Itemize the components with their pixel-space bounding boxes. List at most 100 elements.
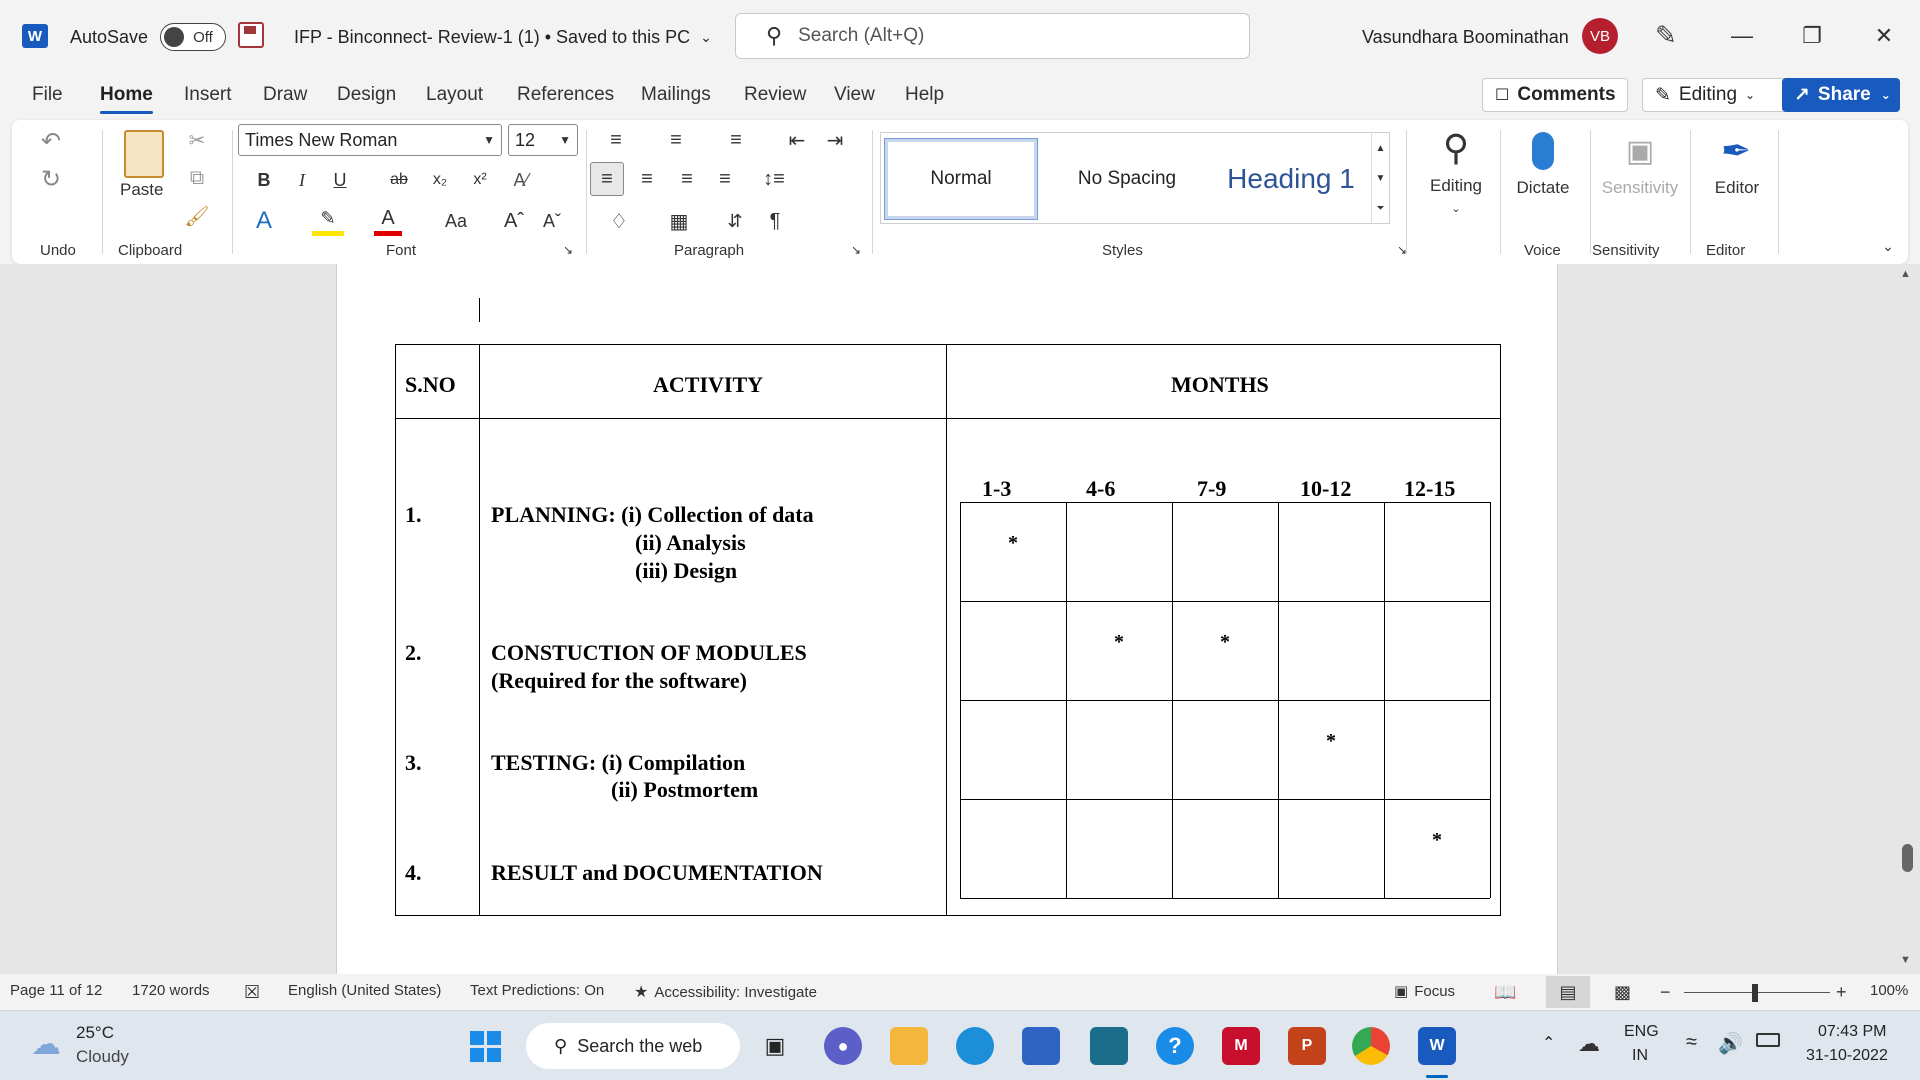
- tab-draw[interactable]: Draw: [263, 84, 307, 106]
- subscript-icon[interactable]: x₂: [426, 166, 454, 194]
- battery-icon[interactable]: [1756, 1033, 1780, 1047]
- volume-icon[interactable]: 🔊: [1718, 1031, 1743, 1056]
- microphone-icon[interactable]: [1516, 126, 1570, 176]
- document-title[interactable]: IFP - Binconnect- Review-1 (1) • Saved t…: [294, 22, 712, 52]
- wifi-icon[interactable]: ≈: [1686, 1031, 1697, 1054]
- close-button[interactable]: ✕: [1854, 14, 1914, 58]
- weather-desc[interactable]: Cloudy: [76, 1047, 129, 1067]
- save-icon[interactable]: [238, 22, 264, 48]
- word-count[interactable]: 1720 words: [132, 982, 210, 999]
- editing-mode-button[interactable]: ✎ Editing ⌄: [1642, 78, 1787, 112]
- font-size-dropdown[interactable]: 12 ▼: [508, 124, 578, 156]
- web-layout-icon[interactable]: ▩: [1614, 982, 1631, 1003]
- avatar[interactable]: VB: [1582, 18, 1618, 54]
- style-no-spacing[interactable]: No Spacing: [1047, 139, 1207, 219]
- zoom-slider-thumb[interactable]: [1752, 984, 1758, 1002]
- change-case-button[interactable]: Aa: [436, 206, 476, 236]
- paste-label[interactable]: Paste: [120, 180, 163, 200]
- style-heading-1[interactable]: Heading 1: [1211, 139, 1371, 219]
- powerpoint-icon[interactable]: P: [1288, 1027, 1326, 1065]
- tab-review[interactable]: Review: [744, 84, 806, 106]
- find-search-icon[interactable]: ⚲: [1426, 122, 1486, 174]
- focus-button[interactable]: ▣ Focus: [1394, 982, 1455, 1001]
- highlight-color-icon[interactable]: ✎: [312, 206, 344, 236]
- collapse-ribbon-icon[interactable]: ⌄: [1878, 236, 1898, 256]
- grow-font-icon[interactable]: Aˆ: [500, 206, 528, 236]
- bold-icon[interactable]: B: [252, 166, 276, 194]
- scroll-down-icon[interactable]: ▼: [1900, 954, 1911, 966]
- user-name[interactable]: Vasundhara Boominathan: [1362, 22, 1569, 52]
- file-explorer-icon[interactable]: [890, 1027, 928, 1065]
- tab-help[interactable]: Help: [905, 84, 944, 106]
- help-icon[interactable]: ?: [1156, 1027, 1194, 1065]
- task-view-icon[interactable]: ▣: [756, 1027, 794, 1065]
- borders-icon[interactable]: ▦: [662, 206, 696, 236]
- styles-scroll-down-icon[interactable]: ▼: [1371, 163, 1389, 193]
- dictate-button[interactable]: Dictate: [1506, 178, 1580, 198]
- text-effects-icon[interactable]: A: [248, 206, 280, 236]
- shrink-font-icon[interactable]: Aˇ: [538, 206, 566, 236]
- redo-icon[interactable]: ↻: [36, 164, 66, 194]
- read-mode-icon[interactable]: 📖: [1494, 982, 1516, 1003]
- tab-home[interactable]: Home: [100, 84, 153, 114]
- copy-icon[interactable]: ⧉: [184, 164, 210, 192]
- show-formatting-icon[interactable]: ¶: [760, 206, 790, 236]
- mcafee-icon[interactable]: M: [1222, 1027, 1260, 1065]
- comments-button[interactable]: ☐ Comments: [1482, 78, 1628, 112]
- language-indicator[interactable]: English (United States): [288, 982, 441, 999]
- chrome-icon[interactable]: [1352, 1027, 1390, 1065]
- cut-icon[interactable]: ✂: [184, 126, 210, 154]
- justify-icon[interactable]: ≡: [710, 162, 740, 196]
- zoom-out-icon[interactable]: −: [1660, 982, 1671, 1003]
- superscript-icon[interactable]: x²: [466, 166, 494, 194]
- designer-pen-icon[interactable]: ✎: [1655, 20, 1677, 51]
- page-indicator[interactable]: Page 11 of 12: [10, 982, 102, 999]
- windows-start-icon[interactable]: [466, 1027, 504, 1065]
- restore-button[interactable]: ❐: [1782, 14, 1842, 58]
- edge-browser-icon[interactable]: [956, 1027, 994, 1065]
- scrollbar-thumb[interactable]: [1902, 844, 1913, 872]
- proofing-icon[interactable]: ☒: [244, 982, 260, 1003]
- app-icon[interactable]: [1090, 1027, 1128, 1065]
- vertical-scrollbar[interactable]: ▲ ▼: [1894, 264, 1920, 974]
- align-right-icon[interactable]: ≡: [672, 162, 702, 196]
- store-icon[interactable]: [1022, 1027, 1060, 1065]
- teams-chat-icon[interactable]: ●: [824, 1027, 862, 1065]
- weather-temp[interactable]: 25°C: [76, 1023, 114, 1043]
- cloud-icon[interactable]: ☁: [26, 1028, 66, 1061]
- tab-mailings[interactable]: Mailings: [641, 84, 711, 106]
- align-center-icon[interactable]: ≡: [632, 162, 662, 196]
- increase-indent-icon[interactable]: ⇥: [820, 126, 850, 154]
- decrease-indent-icon[interactable]: ⇤: [782, 126, 812, 154]
- font-name-dropdown[interactable]: Times New Roman ▼: [238, 124, 502, 156]
- minimize-button[interactable]: —: [1712, 14, 1772, 58]
- accessibility-status[interactable]: ★ Accessibility: Investigate: [634, 982, 817, 1002]
- clock-date[interactable]: 31-10-2022: [1806, 1047, 1888, 1065]
- strikethrough-icon[interactable]: ab: [384, 166, 414, 194]
- language-line1[interactable]: ENG: [1624, 1023, 1659, 1041]
- undo-icon[interactable]: ↶: [36, 126, 66, 156]
- text-predictions-status[interactable]: Text Predictions: On: [470, 982, 604, 999]
- onedrive-cloud-icon[interactable]: ☁: [1578, 1031, 1600, 1057]
- line-spacing-icon[interactable]: ↕≡: [752, 162, 796, 196]
- clock-time[interactable]: 07:43 PM: [1818, 1023, 1886, 1041]
- tab-design[interactable]: Design: [337, 84, 396, 106]
- sort-icon[interactable]: ⇵: [720, 206, 750, 236]
- scroll-up-icon[interactable]: ▲: [1900, 268, 1911, 280]
- bullets-icon[interactable]: ≡: [596, 126, 636, 154]
- editor-pen-icon[interactable]: ✒: [1710, 126, 1762, 176]
- tab-layout[interactable]: Layout: [426, 84, 483, 106]
- paste-icon[interactable]: [124, 130, 164, 178]
- numbering-icon[interactable]: ≡: [656, 126, 696, 154]
- share-button[interactable]: ↗ Share ⌄: [1782, 78, 1900, 112]
- align-left-icon[interactable]: ≡: [590, 162, 624, 196]
- zoom-in-icon[interactable]: +: [1836, 982, 1847, 1003]
- print-layout-icon[interactable]: ▤: [1546, 976, 1590, 1008]
- dialog-launcher-icon[interactable]: ↘: [848, 242, 864, 258]
- zoom-level[interactable]: 100%: [1870, 982, 1908, 999]
- tab-file[interactable]: File: [32, 84, 63, 106]
- autosave-toggle[interactable]: Off: [160, 23, 227, 51]
- editing-group-button[interactable]: Editing: [1420, 176, 1492, 196]
- multilevel-list-icon[interactable]: ≡: [716, 126, 756, 154]
- tab-references[interactable]: References: [517, 84, 614, 106]
